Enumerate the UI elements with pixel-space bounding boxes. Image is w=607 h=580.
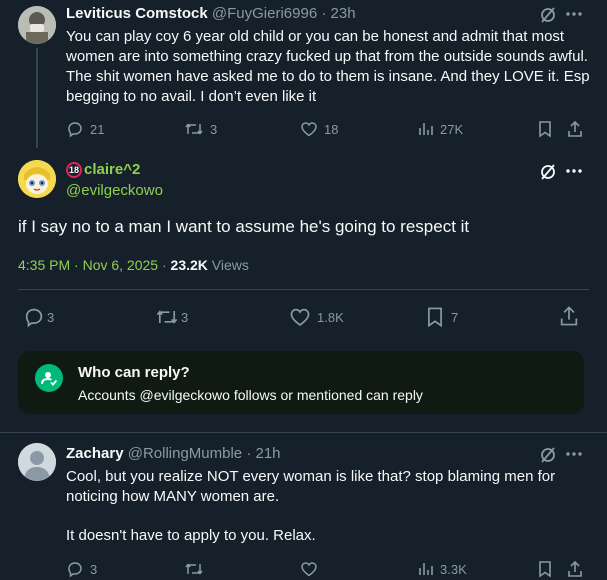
reply-action[interactable]: 21 [66,120,104,138]
avatar-claire[interactable] [18,160,56,198]
views-count: 3.3K [440,561,467,577]
author-handle[interactable]: @FuyGieri6996 [212,5,317,22]
share-icon[interactable] [566,120,584,138]
who-can-reply-title: Who can reply? [78,364,190,381]
reply-icon [66,120,84,138]
share-icon[interactable] [558,305,580,327]
views-icon [416,560,434,578]
who-can-reply-desc: Accounts @evilgeckowo follows or mention… [78,387,423,403]
bookmark-icon[interactable] [537,120,553,138]
like-icon [300,120,318,138]
tweet-time[interactable]: 23h [331,5,356,22]
reply-icon [23,306,45,328]
like-count: 1.8K [317,309,344,325]
like-count: 18 [324,121,339,137]
views-count: 27K [440,121,464,137]
more-icon[interactable] [566,169,582,173]
retweet-count: 3 [210,121,218,137]
more-icon[interactable] [566,452,582,456]
grok-icon[interactable] [539,6,557,24]
view-count: 23.2K [170,257,208,273]
like-icon [289,306,311,328]
divider [0,432,607,433]
views-icon [416,120,434,138]
bookmark-icon[interactable] [537,560,553,578]
like-icon [300,560,318,578]
like-action[interactable]: 1.8K [289,306,344,328]
retweet-icon [184,560,204,578]
tweet-text-2: It doesn't have to apply to you. Relax. [66,527,316,544]
tweet-text: Cool, but you realize NOT every woman is… [66,468,556,505]
retweet-action[interactable] [184,560,204,578]
views-label: Views [211,257,249,273]
reply-count: 3 [47,309,55,325]
reply-action[interactable]: 3 [23,306,54,328]
author-handle[interactable]: @RollingMumble [128,445,242,462]
reply-count: 3 [90,561,98,577]
author-handle[interactable]: @evilgeckowo [66,182,163,199]
who-can-reply-box [18,351,584,414]
age-restriction-badge: 18 [66,161,82,178]
bookmark-action[interactable]: 7 [425,306,458,328]
retweet-action[interactable]: 3 [184,120,217,138]
retweet-icon [184,120,204,138]
divider [18,289,589,290]
retweet-icon [155,306,179,328]
author-name[interactable]: claire^2 [84,161,140,178]
avatar-zachary[interactable] [18,443,56,481]
author-name[interactable]: Leviticus Comstock [66,5,208,22]
retweet-action[interactable]: 3 [155,306,188,328]
thread-line [36,48,38,148]
tweet-timestamp[interactable]: 4:35 PM · Nov 6, 2025 [18,257,158,273]
reply-icon [66,560,84,578]
tweet-text: You can play coy 6 year old child or you… [66,28,590,105]
like-action[interactable] [300,560,318,578]
views-action[interactable]: 27K [416,120,463,138]
share-icon[interactable] [566,560,584,578]
reply-action[interactable]: 3 [66,560,97,578]
grok-icon[interactable] [539,163,557,181]
tweet-time[interactable]: 21h [256,445,281,462]
more-icon[interactable] [566,12,582,16]
like-action[interactable]: 18 [300,120,338,138]
grok-icon[interactable] [539,446,557,464]
retweet-count: 3 [181,309,189,325]
bookmark-icon [425,306,445,328]
mention-icon [35,364,63,392]
author-name[interactable]: Zachary [66,445,124,462]
bookmark-count: 7 [451,309,459,325]
views-action[interactable]: 3.3K [416,560,467,578]
reply-count: 21 [90,121,105,137]
avatar-leviticus[interactable] [18,6,56,44]
tweet-text: if I say no to a man I want to assume he… [18,217,470,236]
